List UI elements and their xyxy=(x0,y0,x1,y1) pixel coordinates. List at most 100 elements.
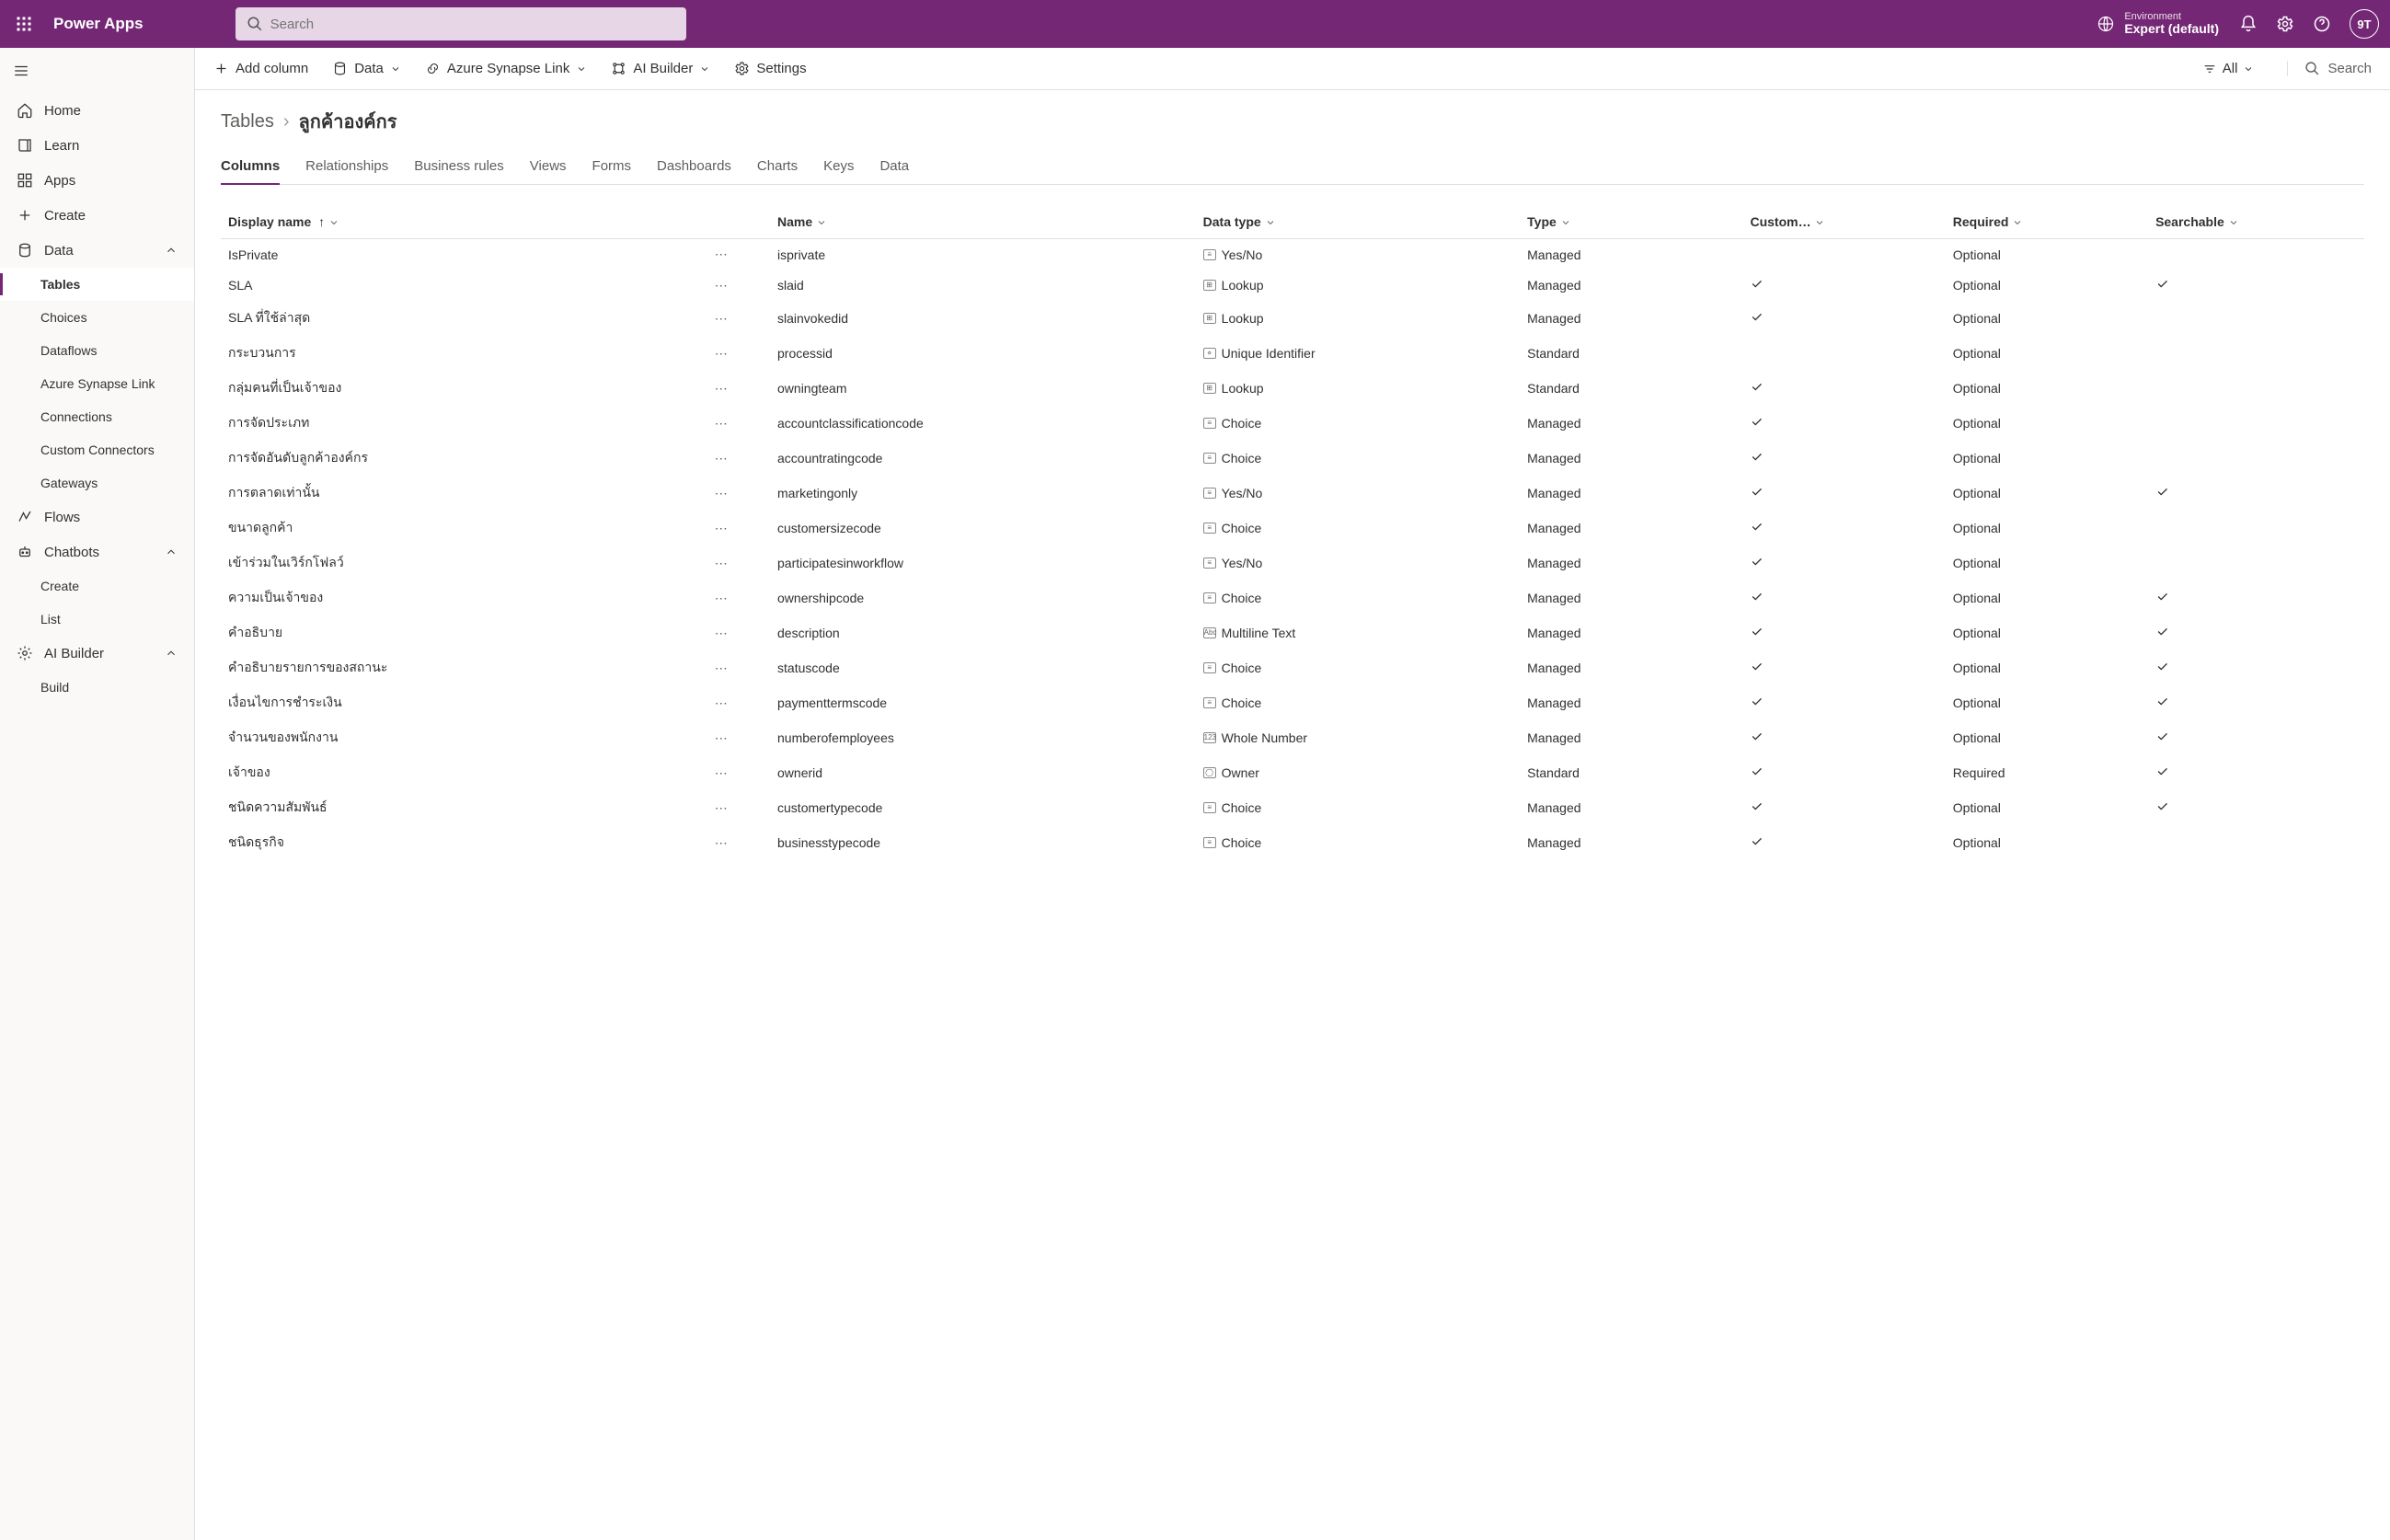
tab-views[interactable]: Views xyxy=(530,153,567,184)
user-avatar[interactable]: 9T xyxy=(2350,9,2379,39)
cell-name: numberofemployees xyxy=(770,720,1196,755)
header-type[interactable]: Type xyxy=(1520,205,1742,239)
row-more-icon[interactable]: ⋯ xyxy=(715,730,729,745)
row-more-icon[interactable]: ⋯ xyxy=(715,800,729,815)
grid-row[interactable]: เงื่อนไขการชำระเงิน⋯paymenttermscode≡Cho… xyxy=(221,685,2364,720)
tab-keys[interactable]: Keys xyxy=(823,153,854,184)
nav-build[interactable]: Build xyxy=(0,671,194,704)
row-more-icon[interactable]: ⋯ xyxy=(715,381,729,396)
grid-row[interactable]: ความเป็นเจ้าของ⋯ownershipcode≡ChoiceMana… xyxy=(221,580,2364,615)
tab-relationships[interactable]: Relationships xyxy=(305,153,388,184)
grid-row[interactable]: ชนิดธุรกิจ⋯businesstypecode≡ChoiceManage… xyxy=(221,825,2364,860)
header-searchable[interactable]: Searchable xyxy=(2148,205,2364,239)
grid-row[interactable]: เจ้าของ⋯ownerid◯OwnerStandardRequired xyxy=(221,755,2364,790)
global-search-input[interactable] xyxy=(270,17,675,32)
grid-search[interactable]: Search xyxy=(2287,61,2372,76)
nav-gateways[interactable]: Gateways xyxy=(0,466,194,500)
nav-list[interactable]: List xyxy=(0,603,194,636)
row-more-icon[interactable]: ⋯ xyxy=(715,346,729,361)
tab-dashboards[interactable]: Dashboards xyxy=(657,153,731,184)
grid-row[interactable]: SLA ที่ใช้ล่าสุด⋯slainvokedid⊞LookupMana… xyxy=(221,301,2364,336)
environment-picker[interactable]: Environment Expert (default) xyxy=(2097,11,2219,36)
cell-display-name: กระบวนการ xyxy=(221,336,707,371)
row-more-icon[interactable]: ⋯ xyxy=(715,626,729,640)
row-more-icon[interactable]: ⋯ xyxy=(715,278,729,293)
nav-apps[interactable]: Apps xyxy=(0,163,194,198)
nav-custom-connectors[interactable]: Custom Connectors xyxy=(0,433,194,466)
cell-searchable xyxy=(2148,755,2364,790)
grid-row[interactable]: ชนิดความสัมพันธ์⋯customertypecode≡Choice… xyxy=(221,790,2364,825)
app-brand[interactable]: Power Apps xyxy=(53,15,144,33)
row-more-icon[interactable]: ⋯ xyxy=(715,556,729,570)
cell-name: ownershipcode xyxy=(770,580,1196,615)
nav-data[interactable]: Data xyxy=(0,233,194,268)
nav-choices[interactable]: Choices xyxy=(0,301,194,334)
grid-row[interactable]: จำนวนของพนักงาน⋯numberofemployees123Whol… xyxy=(221,720,2364,755)
grid-row[interactable]: การจัดประเภท⋯accountclassificationcode≡C… xyxy=(221,406,2364,441)
grid-row[interactable]: เข้าร่วมในเวิร์กโฟลว์⋯participatesinwork… xyxy=(221,546,2364,580)
row-more-icon[interactable]: ⋯ xyxy=(715,695,729,710)
ai-builder-menu[interactable]: AI Builder xyxy=(611,61,710,76)
nav-learn[interactable]: Learn xyxy=(0,128,194,163)
header-custom[interactable]: Custom… xyxy=(1742,205,1945,239)
row-more-icon[interactable]: ⋯ xyxy=(715,591,729,605)
row-more-icon[interactable]: ⋯ xyxy=(715,311,729,326)
row-more-icon[interactable]: ⋯ xyxy=(715,451,729,465)
cell-required: Optional xyxy=(1946,790,2148,825)
nav-create[interactable]: Create xyxy=(0,198,194,233)
header-name[interactable]: Name xyxy=(770,205,1196,239)
nav-azure-synapse-link[interactable]: Azure Synapse Link xyxy=(0,367,194,400)
data-type-icon: ≡ xyxy=(1203,523,1216,534)
grid-row[interactable]: กระบวนการ⋯processid⋄Unique IdentifierSta… xyxy=(221,336,2364,371)
grid-row[interactable]: คำอธิบายรายการของสถานะ⋯statuscode≡Choice… xyxy=(221,650,2364,685)
tab-forms[interactable]: Forms xyxy=(592,153,632,184)
header-display-name[interactable]: Display name ↑ xyxy=(221,205,707,239)
grid-row[interactable]: ขนาดลูกค้า⋯customersizecode≡ChoiceManage… xyxy=(221,511,2364,546)
cell-type: Managed xyxy=(1520,441,1742,476)
global-search[interactable] xyxy=(236,7,686,40)
row-more-icon[interactable]: ⋯ xyxy=(715,835,729,850)
cell-type: Managed xyxy=(1520,476,1742,511)
tab-business-rules[interactable]: Business rules xyxy=(414,153,504,184)
grid-row[interactable]: การตลาดเท่านั้น⋯marketingonly≡Yes/NoMana… xyxy=(221,476,2364,511)
grid-row[interactable]: SLA⋯slaid⊞LookupManagedOptional xyxy=(221,270,2364,301)
synapse-link-menu[interactable]: Azure Synapse Link xyxy=(425,61,587,76)
tab-columns[interactable]: Columns xyxy=(221,153,280,185)
row-more-icon[interactable]: ⋯ xyxy=(715,661,729,675)
cell-custom xyxy=(1742,580,1945,615)
nav-tables[interactable]: Tables xyxy=(0,268,194,301)
grid-row[interactable]: IsPrivate⋯isprivate≡Yes/NoManagedOptiona… xyxy=(221,239,2364,270)
add-column-button[interactable]: Add column xyxy=(213,61,308,76)
cell-required: Optional xyxy=(1946,270,2148,301)
header-data-type[interactable]: Data type xyxy=(1196,205,1520,239)
nav-create[interactable]: Create xyxy=(0,569,194,603)
notifications-icon[interactable] xyxy=(2239,15,2258,33)
breadcrumb-root[interactable]: Tables xyxy=(221,111,274,132)
nav-dataflows[interactable]: Dataflows xyxy=(0,334,194,367)
settings-icon[interactable] xyxy=(2276,15,2294,33)
cell-searchable xyxy=(2148,406,2364,441)
nav-chatbots[interactable]: Chatbots xyxy=(0,534,194,569)
nav-ai-builder[interactable]: AI Builder xyxy=(0,636,194,671)
help-icon[interactable] xyxy=(2313,15,2331,33)
row-more-icon[interactable]: ⋯ xyxy=(715,416,729,431)
command-bar: Add column Data Azure Synapse Link AI Bu… xyxy=(195,48,2390,90)
nav-home[interactable]: Home xyxy=(0,93,194,128)
tab-charts[interactable]: Charts xyxy=(757,153,798,184)
row-more-icon[interactable]: ⋯ xyxy=(715,247,729,261)
row-more-icon[interactable]: ⋯ xyxy=(715,486,729,500)
row-more-icon[interactable]: ⋯ xyxy=(715,765,729,780)
settings-button[interactable]: Settings xyxy=(734,61,806,76)
waffle-icon[interactable] xyxy=(11,11,37,37)
grid-row[interactable]: คำอธิบาย⋯descriptionAbcMultiline TextMan… xyxy=(221,615,2364,650)
header-required[interactable]: Required xyxy=(1946,205,2148,239)
row-more-icon[interactable]: ⋯ xyxy=(715,521,729,535)
data-menu[interactable]: Data xyxy=(332,61,401,76)
grid-row[interactable]: กลุ่มคนที่เป็นเจ้าของ⋯owningteam⊞LookupS… xyxy=(221,371,2364,406)
tab-data[interactable]: Data xyxy=(879,153,909,184)
nav-toggle[interactable] xyxy=(0,53,194,93)
nav-connections[interactable]: Connections xyxy=(0,400,194,433)
nav-flows[interactable]: Flows xyxy=(0,500,194,534)
grid-row[interactable]: การจัดอันดับลูกค้าองค์กร⋯accountratingco… xyxy=(221,441,2364,476)
view-filter[interactable]: All xyxy=(2193,61,2264,76)
